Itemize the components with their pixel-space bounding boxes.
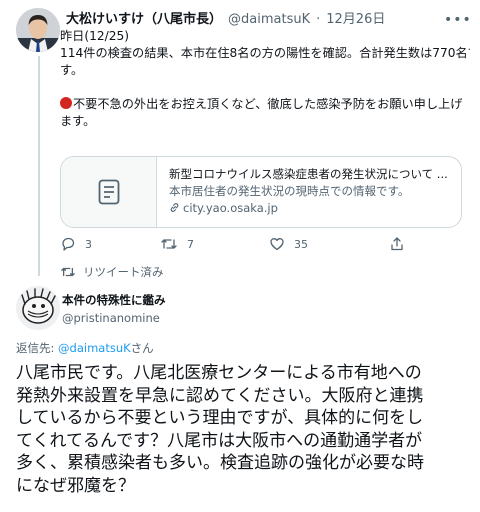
reply-to-suffix: さん — [130, 341, 154, 355]
heart-icon — [270, 238, 284, 251]
tweet-actions: 3 7 35 — [60, 234, 460, 254]
link-icon — [170, 203, 179, 212]
tweet-line: ます。 — [60, 114, 96, 128]
author-name[interactable]: 大松けいすけ（八尾市長） — [66, 12, 222, 27]
more-options-icon[interactable]: ••• — [444, 10, 471, 30]
retweet-count: 7 — [187, 237, 194, 251]
retweet-icon — [161, 239, 177, 249]
like-count: 35 — [294, 237, 308, 251]
original-tweet[interactable]: 大松けいすけ（八尾市長） @daimatsuK · 12月26日 ••• 昨日(12/… — [0, 0, 480, 266]
reply-line: になぜ邪魔を？ — [16, 475, 135, 496]
reply-line: 八尾市民です。八尾北医療センターによる市有地への — [16, 363, 422, 383]
link-preview-card[interactable]: 新型コロナウイルス感染症患者の発生状況について ... 本市居住者の発生状況の現… — [60, 156, 462, 228]
tweet-line: 昨日(12/25) — [60, 29, 130, 43]
document-icon — [98, 179, 120, 205]
tweet-body: 昨日(12/25) 114件の検査の結果、本市在住8名の方の陽性を確認。合計発生… — [60, 28, 470, 130]
reply-button[interactable]: 3 — [60, 234, 92, 254]
reply-author-avatar[interactable] — [16, 286, 60, 330]
reply-line: 多く、累積感染者も多い。検査追跡の強化が必要な時 — [16, 453, 424, 473]
share-icon — [391, 237, 403, 251]
card-text: 新型コロナウイルス感染症患者の発生状況について ... 本市居住者の発生状況の現… — [169, 166, 457, 217]
retweeted-label: リツイート済み — [83, 265, 164, 279]
tweet-line: 不要不急の外出をお控え頂くなど、徹底した感染予防をお願い申し上げ — [60, 96, 470, 113]
card-domain: city.yao.osaka.jp — [169, 200, 457, 217]
reply-to-prefix: 返信先: — [16, 341, 59, 355]
card-title: 新型コロナウイルス感染症患者の発生状況について ... — [169, 167, 448, 181]
card-thumbnail — [61, 157, 157, 227]
author-avatar[interactable] — [16, 8, 60, 52]
retweet-button[interactable]: 7 — [160, 234, 194, 254]
reply-line: てくれてるんです？八尾市は大阪市への通勤通学者が — [16, 430, 423, 451]
tweet-line: す。 — [60, 63, 84, 77]
retweet-icon — [61, 267, 75, 277]
tweet-header: 大松けいすけ（八尾市長） @daimatsuK · 12月26日 — [66, 10, 466, 30]
card-description: 本市居住者の発生状況の現時点での情報です。 — [169, 184, 410, 198]
red-circle-emoji-icon — [60, 97, 72, 109]
like-button[interactable]: 35 — [269, 234, 308, 254]
replying-to: 返信先: @daimatsuKさん — [16, 340, 154, 356]
tweet-date[interactable]: 12月26日 — [326, 12, 385, 27]
reply-body: 八尾市民です。八尾北医療センターによる市有地への 発熱外来設置を早急に認めてくだ… — [16, 362, 472, 497]
header-separator: · — [316, 12, 321, 27]
tweet-line: 114件の検査の結果、本市在住8名の方の陽性を確認。合計発生数は770名で — [60, 46, 470, 60]
reply-icon — [62, 237, 75, 251]
share-button[interactable] — [389, 234, 414, 254]
reply-to-handle-link[interactable]: @daimatsuK — [58, 341, 131, 355]
retweeted-indicator: リツイート済み — [60, 264, 164, 280]
author-handle[interactable]: @daimatsuK — [228, 12, 310, 27]
reply-count: 3 — [85, 237, 92, 251]
reply-author-handle[interactable]: @pristinanomine — [62, 310, 160, 326]
reply-line: しているから不要という理由ですが、具体的に何をし — [16, 408, 424, 428]
reply-author-name[interactable]: 本件の特殊性に鑑み — [62, 292, 166, 308]
reply-line: 発熱外来設置を早急に認めてください。大阪府と連携 — [16, 385, 424, 406]
